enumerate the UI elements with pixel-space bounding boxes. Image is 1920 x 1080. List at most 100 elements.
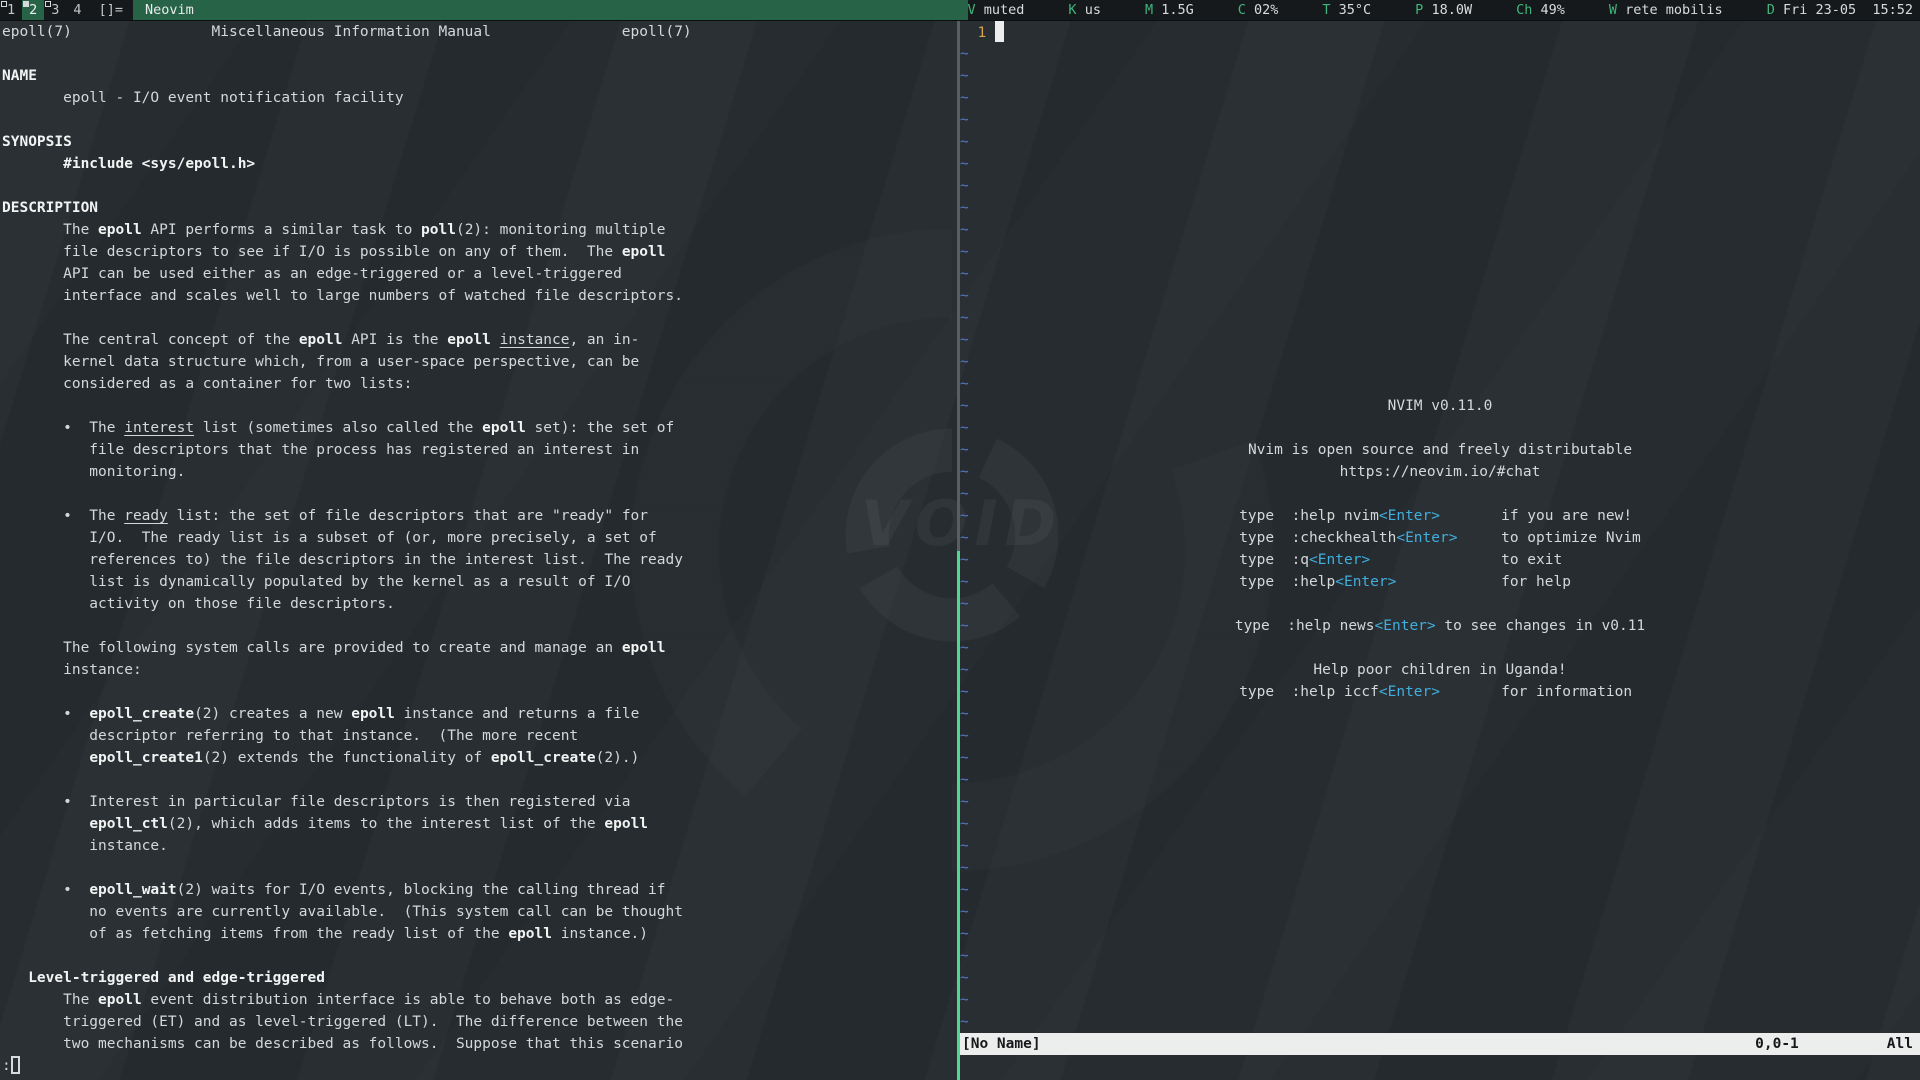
buffer-empty-row: ~ xyxy=(960,923,1920,945)
buffer-empty-row: ~ xyxy=(960,263,1920,285)
man-line: instance: xyxy=(2,659,957,681)
status-module-v: V muted xyxy=(968,0,1025,20)
text-segment: instance and returns a file xyxy=(395,706,639,722)
status-key: Ch xyxy=(1516,2,1532,18)
text-segment: , an in- xyxy=(569,332,639,348)
empty-line-tilde: ~ xyxy=(960,816,969,832)
text-segment: • The xyxy=(2,508,124,524)
terminal-man-page[interactable]: epoll(7) Miscellaneous Information Manua… xyxy=(0,21,957,1080)
empty-line-tilde: ~ xyxy=(960,90,969,106)
layout-indicator[interactable]: []= xyxy=(89,0,133,20)
status-module-w: W rete mobilis xyxy=(1609,0,1723,20)
text-segment xyxy=(2,970,28,986)
text-segment: Help poor children in Uganda! xyxy=(1313,662,1566,678)
tag-label: 4 xyxy=(73,2,81,18)
man-line: no events are currently available. (This… xyxy=(2,901,957,923)
man-line: file descriptors that the process has re… xyxy=(2,439,957,461)
text-segment: type :q xyxy=(1239,552,1309,568)
man-line: references to) the file descriptors in t… xyxy=(2,549,957,571)
pager-prompt: : xyxy=(2,1058,11,1074)
buffer-empty-row: ~ xyxy=(960,87,1920,109)
workspace-tag-1[interactable]: 1 xyxy=(0,0,22,20)
workspace-tag-4[interactable]: 4 xyxy=(66,0,88,20)
buffer-empty-row: ~ xyxy=(960,637,1920,659)
text-segment xyxy=(491,332,500,348)
status-key: K xyxy=(1068,2,1076,18)
text-segment: for help xyxy=(1396,574,1640,590)
text-segment: type :help xyxy=(1239,574,1335,590)
man-line: two mechanisms can be described as follo… xyxy=(2,1033,957,1055)
empty-line-tilde: ~ xyxy=(960,948,969,964)
neovim-window[interactable]: 1 ~~~~~~~~~~~~~~~~~NVIM v0.11.0~~Nvim is… xyxy=(960,21,1920,1080)
buffer-empty-row: ~ xyxy=(960,373,1920,395)
text-segment: DESCRIPTION xyxy=(2,200,98,216)
text-segment: https://neovim.io/#chat xyxy=(1340,464,1541,480)
text-segment: epoll(7) Miscellaneous Information Manua… xyxy=(2,24,692,40)
nvim-intro-line: ~type :help news<Enter> to see changes i… xyxy=(960,615,1920,637)
text-segment: list (sometimes also called the xyxy=(194,420,482,436)
empty-line-tilde: ~ xyxy=(960,750,969,766)
workspace-tags: 1234 xyxy=(0,0,89,20)
buffer-empty-row: ~ xyxy=(960,725,1920,747)
text-segment: epoll_ctl xyxy=(89,816,168,832)
workspace-tag-3[interactable]: 3 xyxy=(44,0,66,20)
text-segment: no events are currently available. (This… xyxy=(2,904,683,920)
tiled-windows: epoll(7) Miscellaneous Information Manua… xyxy=(0,21,1920,1080)
man-line: Level-triggered and edge-triggered xyxy=(2,967,957,989)
text-segment: file descriptors that the process has re… xyxy=(2,442,639,458)
man-line xyxy=(2,307,957,329)
status-value: 18.0W xyxy=(1423,2,1472,18)
focused-window-title: Neovim xyxy=(133,0,968,20)
buffer-empty-row: ~ xyxy=(960,109,1920,131)
text-segment: type :help iccf xyxy=(1239,684,1379,700)
buffer-empty-row: ~ xyxy=(960,483,1920,505)
status-module-p: P 18.0W xyxy=(1415,0,1472,20)
text-segment: NAME xyxy=(2,68,37,84)
dwm-top-bar: 1234 []= Neovim V mutedK usM 1.5GC 02%T … xyxy=(0,0,1920,21)
terminal-cursor-unfocused xyxy=(11,1056,20,1074)
text-segment: triggered (ET) and as level-triggered (L… xyxy=(2,1014,683,1030)
text-segment: • xyxy=(2,706,89,722)
text-segment: epoll xyxy=(622,640,666,656)
tag-label: 2 xyxy=(29,2,37,18)
man-line: interface and scales well to large numbe… xyxy=(2,285,957,307)
workspace-tag-2[interactable]: 2 xyxy=(22,0,44,20)
nvim-intro-line: ~type :help nvim<Enter> if you are new! xyxy=(960,505,1920,527)
text-segment: epoll xyxy=(299,332,343,348)
text-segment: epoll xyxy=(447,332,491,348)
enter-key-hint: <Enter> xyxy=(1375,618,1436,634)
man-line: • epoll_wait(2) waits for I/O events, bl… xyxy=(2,879,957,901)
text-segment: event distribution interface is able to … xyxy=(142,992,675,1008)
status-module-k: K us xyxy=(1068,0,1101,20)
text-segment: poll xyxy=(421,222,456,238)
empty-line-tilde: ~ xyxy=(960,200,969,216)
text-segment: (2) extends the functionality of xyxy=(203,750,491,766)
cursor-position: 0,0-1 xyxy=(1755,1036,1799,1052)
buffer-empty-row: ~ xyxy=(960,747,1920,769)
text-segment: epoll xyxy=(98,222,142,238)
buffer-empty-row: ~ xyxy=(960,857,1920,879)
intro-text: https://neovim.io/#chat xyxy=(960,461,1920,483)
tag-label: 1 xyxy=(7,2,15,18)
text-segment: • Interest in particular file descriptor… xyxy=(2,794,631,810)
nvim-cmdline xyxy=(960,1055,1920,1077)
text-segment: The following system calls are provided … xyxy=(2,640,622,656)
man-line: The following system calls are provided … xyxy=(2,637,957,659)
man-line: epoll_ctl(2), which adds items to the in… xyxy=(2,813,957,835)
empty-line-tilde: ~ xyxy=(960,244,969,260)
empty-line-tilde: ~ xyxy=(960,640,969,656)
text-segment: ready xyxy=(124,508,168,524)
text-segment: interface and scales well to large numbe… xyxy=(2,288,683,304)
text-segment: The central concept of the xyxy=(2,332,299,348)
empty-line-tilde: ~ xyxy=(960,970,969,986)
man-line: • The interest list (sometimes also call… xyxy=(2,417,957,439)
man-line: The epoll API performs a similar task to… xyxy=(2,219,957,241)
empty-line-tilde: ~ xyxy=(960,354,969,370)
text-segment: The xyxy=(2,222,98,238)
man-line: file descriptors to see if I/O is possib… xyxy=(2,241,957,263)
man-line: descriptor referring to that instance. (… xyxy=(2,725,957,747)
buffer-empty-row: ~ xyxy=(960,197,1920,219)
status-module-m: M 1.5G xyxy=(1145,0,1194,20)
text-segment: epoll_wait xyxy=(89,882,176,898)
text-segment: Level-triggered and edge-triggered xyxy=(28,970,325,986)
